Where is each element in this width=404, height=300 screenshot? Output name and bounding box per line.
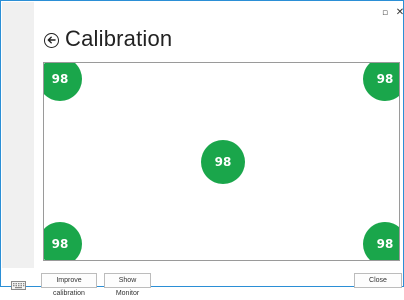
improve-calibration-button[interactable]: Improve calibration <box>41 273 97 297</box>
close-button[interactable]: Close <box>354 273 402 288</box>
show-monitor-button[interactable]: Show Monitor <box>104 273 151 297</box>
calibration-point-top-right[interactable]: 98 <box>363 63 399 101</box>
calibration-point-center[interactable]: 98 <box>201 140 245 184</box>
calibration-point-bottom-right[interactable]: 98 <box>363 222 399 260</box>
left-sidebar <box>2 2 34 268</box>
back-arrow-circle-icon[interactable] <box>44 32 59 48</box>
keyboard-icon[interactable] <box>11 277 26 295</box>
page-header: Calibration <box>44 25 172 53</box>
calibration-window: ▫ ✕ Calibration 98 98 98 98 98 Improve c… <box>0 0 404 297</box>
restore-button[interactable]: ▫ <box>379 7 391 19</box>
calibration-point-top-left[interactable]: 98 <box>44 63 82 101</box>
calibration-area: 98 98 98 98 98 <box>43 62 400 261</box>
calibration-point-bottom-left[interactable]: 98 <box>44 222 82 260</box>
page-title: Calibration <box>65 26 173 51</box>
window-close-button[interactable]: ✕ <box>394 7 404 19</box>
